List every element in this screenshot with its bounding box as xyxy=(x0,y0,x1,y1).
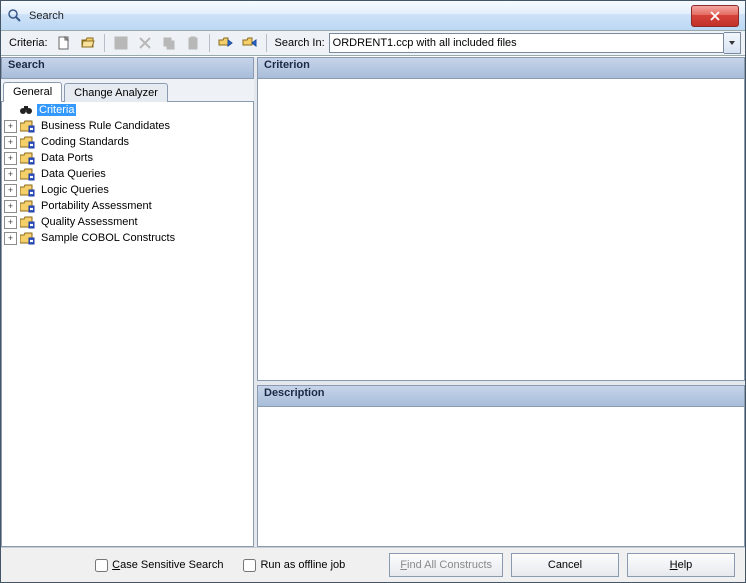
expand-icon[interactable]: + xyxy=(4,136,17,149)
left-panel: Search General Change Analyzer Criteria xyxy=(1,57,257,547)
tree-item-row[interactable]: + Quality Assessment xyxy=(2,214,253,230)
locked-folder-icon xyxy=(20,199,36,213)
locked-folder-icon xyxy=(20,135,36,149)
tree-item-row[interactable]: + Logic Queries xyxy=(2,182,253,198)
tree-item-label: Data Queries xyxy=(39,168,108,180)
criterion-box[interactable] xyxy=(257,79,745,381)
expander-none xyxy=(4,105,15,116)
copy-button[interactable] xyxy=(158,32,180,54)
tree-item-row[interactable]: + Data Queries xyxy=(2,166,253,182)
case-sensitive-checkbox[interactable]: Case Sensitive Search xyxy=(91,556,223,575)
export-button[interactable] xyxy=(239,32,261,54)
locked-folder-icon xyxy=(20,151,36,165)
toolbar-separator xyxy=(104,34,105,52)
expand-icon[interactable]: + xyxy=(4,232,17,245)
expand-icon[interactable]: + xyxy=(4,184,17,197)
offline-job-input[interactable] xyxy=(243,559,256,572)
search-panel-header: Search xyxy=(1,57,254,79)
toolbar-separator-3 xyxy=(266,34,267,52)
tabstrip: General Change Analyzer xyxy=(1,79,254,102)
find-all-button[interactable]: Find All Constructs xyxy=(389,553,503,577)
delete-button[interactable] xyxy=(134,32,156,54)
tree-item-row[interactable]: + Coding Standards xyxy=(2,134,253,150)
tree-item-label: Portability Assessment xyxy=(39,200,154,212)
offline-job-checkbox[interactable]: Run as offline job xyxy=(239,556,345,575)
content-area: Search General Change Analyzer Criteria xyxy=(1,56,745,547)
binoculars-icon xyxy=(18,103,34,117)
tree-item-label: Sample COBOL Constructs xyxy=(39,232,177,244)
criteria-label: Criteria: xyxy=(9,37,48,49)
expand-icon[interactable]: + xyxy=(4,200,17,213)
titlebar: Search xyxy=(1,1,745,31)
import-button[interactable] xyxy=(215,32,237,54)
case-sensitive-label: ase Sensitive Search xyxy=(120,559,223,571)
criteria-tree[interactable]: Criteria + Business Rule Candidates + Codin… xyxy=(1,102,254,547)
tree-item-row[interactable]: + Sample COBOL Constructs xyxy=(2,230,253,246)
cancel-button[interactable]: Cancel xyxy=(511,553,619,577)
new-criteria-button[interactable] xyxy=(53,32,75,54)
locked-folder-icon xyxy=(20,231,36,245)
tree-item-label: Logic Queries xyxy=(39,184,111,196)
open-criteria-button[interactable] xyxy=(77,32,99,54)
tree-root-label: Criteria xyxy=(37,104,76,116)
toolbar-separator-2 xyxy=(209,34,210,52)
expand-icon[interactable]: + xyxy=(4,168,17,181)
window-title: Search xyxy=(29,10,64,22)
tab-change-analyzer[interactable]: Change Analyzer xyxy=(64,83,168,102)
case-sensitive-input[interactable] xyxy=(95,559,108,572)
description-box[interactable] xyxy=(257,407,745,547)
tree-item-label: Data Ports xyxy=(39,152,95,164)
paste-button[interactable] xyxy=(182,32,204,54)
offline-job-label: Run as offline job xyxy=(260,559,345,571)
tree-root-row[interactable]: Criteria xyxy=(2,102,253,118)
tab-general[interactable]: General xyxy=(3,82,62,102)
search-in-dropdown-button[interactable] xyxy=(724,32,741,54)
tree-item-row[interactable]: + Portability Assessment xyxy=(2,198,253,214)
expand-icon[interactable]: + xyxy=(4,152,17,165)
tree-item-label: Coding Standards xyxy=(39,136,131,148)
locked-folder-icon xyxy=(20,183,36,197)
tree-item-row[interactable]: + Business Rule Candidates xyxy=(2,118,253,134)
tree-item-label: Business Rule Candidates xyxy=(39,120,172,132)
help-button[interactable]: Help xyxy=(627,553,735,577)
toolbar: Criteria: Search In: xyxy=(1,31,745,56)
tree-item-row[interactable]: + Data Ports xyxy=(2,150,253,166)
save-button[interactable] xyxy=(110,32,132,54)
bottom-bar: Case Sensitive Search Run as offline job… xyxy=(1,547,745,582)
close-button[interactable] xyxy=(691,5,739,27)
criterion-panel-header: Criterion xyxy=(257,57,745,79)
locked-folder-icon xyxy=(20,215,36,229)
expand-icon[interactable]: + xyxy=(4,120,17,133)
search-window: Search Criteria: xyxy=(0,0,746,583)
expand-icon[interactable]: + xyxy=(4,216,17,229)
app-icon xyxy=(7,8,23,24)
tree-item-label: Quality Assessment xyxy=(39,216,140,228)
search-in-label: Search In: xyxy=(275,37,325,49)
description-panel-header: Description xyxy=(257,385,745,407)
right-panel: Criterion Description xyxy=(257,57,745,547)
search-in-combo[interactable] xyxy=(329,33,724,53)
locked-folder-icon xyxy=(20,119,36,133)
locked-folder-icon xyxy=(20,167,36,181)
